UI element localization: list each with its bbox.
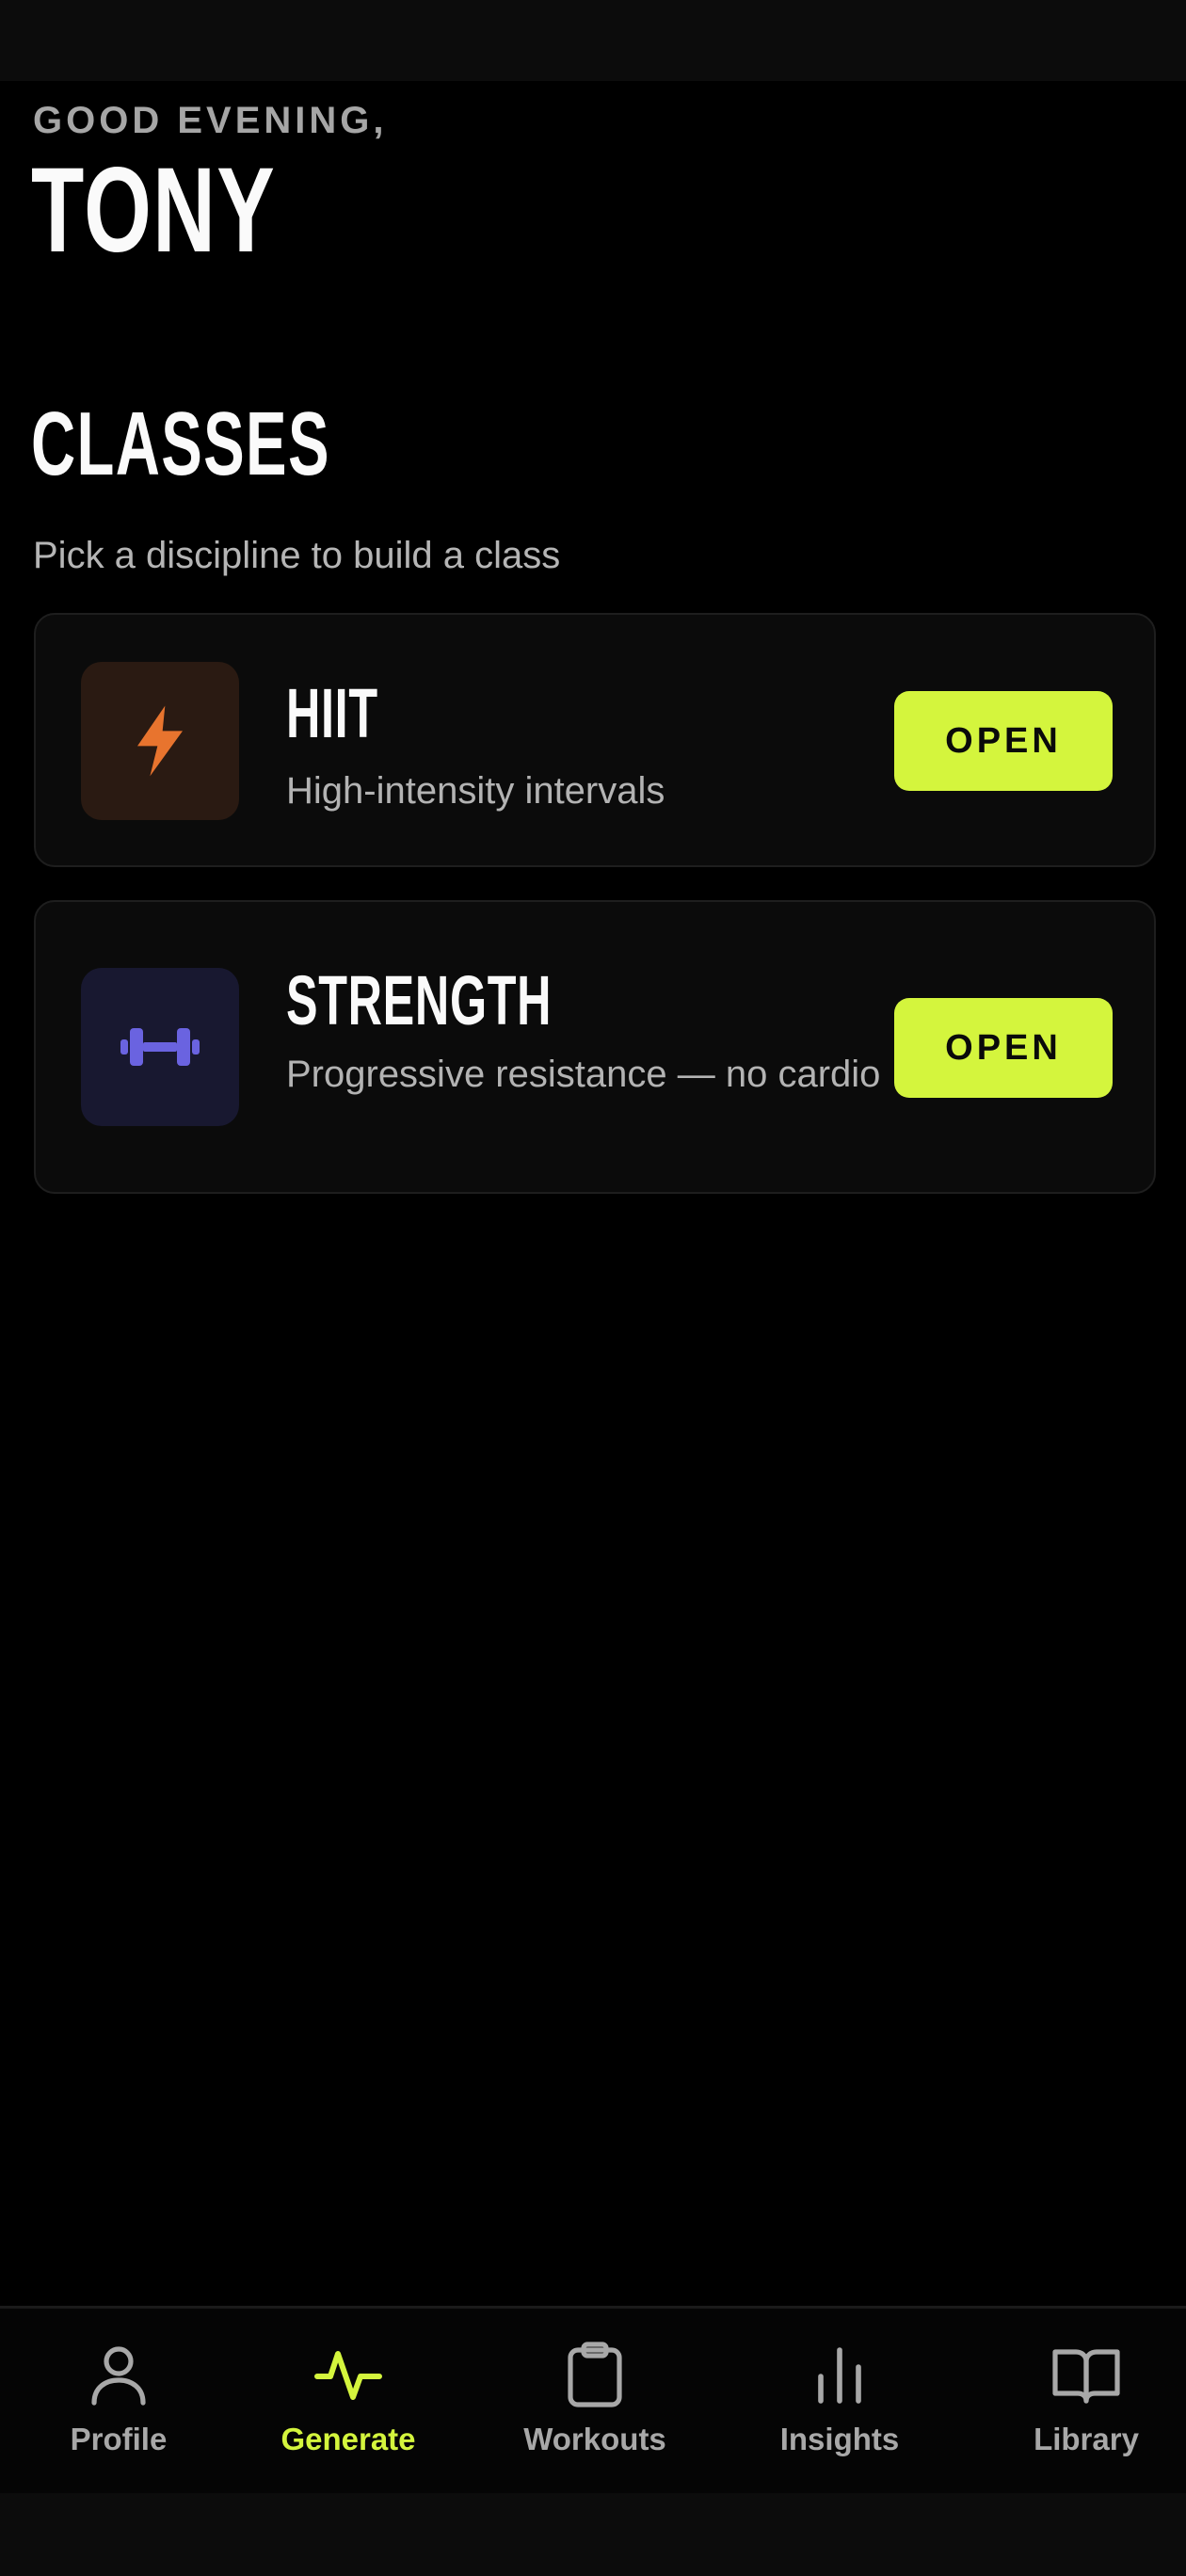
nav-label: Generate bbox=[280, 2422, 416, 2456]
nav-item-insights[interactable]: Insights bbox=[721, 2309, 958, 2496]
class-card-title: HIIT bbox=[286, 674, 378, 752]
nav-label: Profile bbox=[70, 2422, 168, 2456]
nav-item-library[interactable]: Library bbox=[968, 2309, 1186, 2496]
clipboard-icon bbox=[557, 2337, 633, 2412]
dumbbell-icon bbox=[120, 1028, 200, 1066]
bottom-nav-bar: Profile Generate Workouts Insights Libra… bbox=[0, 2306, 1186, 2496]
lightning-bolt-icon bbox=[137, 705, 183, 777]
nav-item-workouts[interactable]: Workouts bbox=[476, 2309, 713, 2496]
system-gesture-area bbox=[0, 2493, 1186, 2576]
nav-label: Library bbox=[1034, 2422, 1139, 2456]
user-name-heading: TONY bbox=[31, 143, 277, 278]
status-bar bbox=[0, 0, 1186, 81]
bar-chart-icon bbox=[802, 2337, 877, 2412]
class-card-description: Progressive resistance — no cardio bbox=[286, 1054, 881, 1095]
class-card-strength[interactable]: STRENGTH Progressive resistance — no car… bbox=[34, 900, 1156, 1194]
greeting-label: GOOD EVENING, bbox=[33, 100, 388, 141]
nav-item-profile[interactable]: Profile bbox=[0, 2309, 237, 2496]
hiit-icon-tile bbox=[81, 662, 239, 820]
classes-section-subtitle: Pick a discipline to build a class bbox=[33, 535, 561, 576]
nav-label: Workouts bbox=[523, 2422, 666, 2456]
activity-pulse-icon bbox=[311, 2337, 386, 2412]
open-hiit-button[interactable]: OPEN bbox=[894, 691, 1113, 791]
open-book-icon bbox=[1049, 2337, 1124, 2412]
class-card-hiit[interactable]: HIIT High-intensity intervals OPEN bbox=[34, 613, 1156, 867]
class-card-description: High-intensity intervals bbox=[286, 770, 665, 812]
open-strength-button[interactable]: OPEN bbox=[894, 998, 1113, 1098]
classes-section-title: CLASSES bbox=[31, 394, 330, 494]
class-card-title: STRENGTH bbox=[286, 961, 553, 1039]
person-icon bbox=[81, 2337, 156, 2412]
strength-icon-tile bbox=[81, 968, 239, 1126]
nav-label: Insights bbox=[779, 2422, 900, 2456]
nav-item-generate[interactable]: Generate bbox=[230, 2309, 467, 2496]
